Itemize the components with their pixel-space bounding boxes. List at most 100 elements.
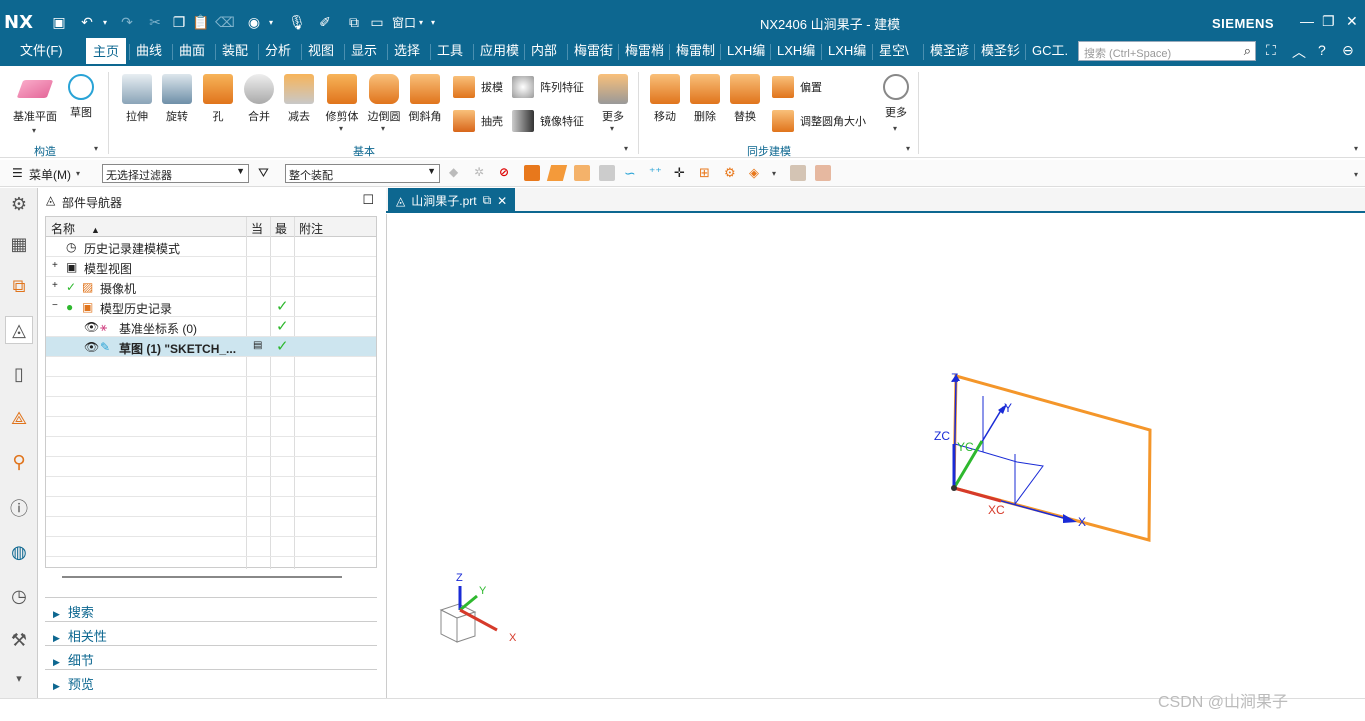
gear-icon[interactable]: ⚙: [5, 190, 33, 218]
assembly-view-icon[interactable]: [815, 165, 831, 181]
process-studio-icon[interactable]: ⚒: [5, 626, 33, 654]
info-icon[interactable]: ⓘ: [5, 494, 33, 522]
basic-group-dropdown-icon[interactable]: ▾: [624, 144, 628, 153]
table-row[interactable]: 👁 ✎ 草图 (1) "SKETCH_... ▤ ✓: [46, 337, 376, 357]
cut-icon[interactable]: ✂: [146, 12, 164, 32]
paste-icon[interactable]: 📋: [192, 12, 210, 32]
ribbon-expand-icon[interactable]: ▾: [1354, 144, 1358, 153]
tab-internal[interactable]: 内部: [531, 38, 557, 64]
expand-icon[interactable]: +: [52, 260, 58, 271]
hd3d-tools-icon[interactable]: ⟁: [5, 404, 33, 432]
datum-plane-button[interactable]: 基准平面: [8, 74, 62, 124]
globe-icon[interactable]: ◍: [5, 538, 33, 566]
select-solid-icon[interactable]: [599, 165, 615, 181]
tab-assembly[interactable]: 装配: [222, 38, 248, 64]
hamburger-icon[interactable]: ☰: [12, 166, 23, 180]
help-icon[interactable]: ?: [1318, 42, 1326, 58]
minimize-icon[interactable]: —: [1300, 13, 1314, 29]
undo-icon[interactable]: ↶: [78, 12, 96, 32]
table-row[interactable]: 👁 ⚹ 基准坐标系 (0) ✓: [46, 317, 376, 337]
column-header-note[interactable]: 附注: [294, 217, 376, 237]
select-box-icon[interactable]: ◈: [749, 165, 765, 181]
undo-dropdown-icon[interactable]: ▾: [100, 12, 110, 32]
shell-button[interactable]: 抽壳: [453, 110, 503, 132]
window-icon[interactable]: ▭: [368, 12, 386, 32]
web-browser-icon[interactable]: ⚲: [5, 448, 33, 476]
tab-lxh-2[interactable]: LXH编: [777, 38, 815, 64]
tab-meilei-1[interactable]: 梅雷街: [574, 38, 613, 64]
restore-icon[interactable]: ❐: [1322, 13, 1335, 30]
tab-tools[interactable]: 工具: [437, 38, 463, 64]
select-point-icon[interactable]: ⁺⁺: [649, 165, 665, 181]
save-icon[interactable]: ▣: [50, 12, 68, 32]
graphics-canvas[interactable]: Z Y X ZC YC XC Z Y X: [387, 214, 1365, 698]
tab-application[interactable]: 应用模: [480, 38, 519, 64]
select-within-icon[interactable]: ⊞: [699, 165, 715, 181]
select-box-dropdown-icon[interactable]: ▾: [772, 169, 776, 178]
filter-icon[interactable]: ⛛: [258, 165, 274, 181]
revolve-button[interactable]: 旋转: [158, 74, 196, 124]
pattern-feature-button[interactable]: 阵列特征: [512, 76, 584, 98]
sync-more-dropdown-icon[interactable]: ▾: [893, 124, 897, 133]
replace-face-button[interactable]: 替换: [726, 74, 764, 124]
collapse-icon[interactable]: −: [52, 300, 58, 311]
edge-blend-dropdown-icon[interactable]: ▾: [381, 124, 385, 133]
extrude-button[interactable]: 拉伸: [118, 74, 156, 124]
select-body-icon[interactable]: [524, 165, 540, 181]
tab-curve[interactable]: 曲线: [136, 38, 162, 64]
basic-more-button[interactable]: 更多: [594, 74, 632, 124]
tab-surface[interactable]: 曲面: [179, 38, 205, 64]
command-search-input[interactable]: 搜索 (Ctrl+Space) ⌕: [1078, 41, 1256, 61]
section-preview[interactable]: ▶ 预览: [45, 669, 377, 692]
history-icon[interactable]: ◷: [5, 582, 33, 610]
window-dropdown-icon[interactable]: ▾: [416, 12, 426, 32]
tab-gc-tools[interactable]: GC工.: [1032, 38, 1068, 64]
close-tab-icon[interactable]: ✕: [497, 194, 507, 208]
basic-more-dropdown-icon[interactable]: ▾: [610, 124, 614, 133]
select-gear-icon[interactable]: ⚙: [724, 165, 740, 181]
table-row[interactable]: − ● ▣ 模型历史记录 ✓: [46, 297, 376, 317]
menu-button[interactable]: 菜单(M): [29, 166, 71, 183]
edge-blend-button[interactable]: 边倒圆: [364, 74, 404, 124]
column-header-latest[interactable]: 最: [270, 217, 294, 237]
microphone-icon[interactable]: 🎙: [288, 12, 306, 32]
menu-dropdown-icon[interactable]: ▾: [76, 169, 80, 178]
offset-region-button[interactable]: 偏置: [772, 76, 822, 98]
select-curve-icon[interactable]: ∽: [624, 165, 640, 181]
hole-button[interactable]: 孔: [200, 74, 236, 124]
section-search[interactable]: ▶ 搜索: [45, 597, 377, 620]
show-hide-dropdown-icon[interactable]: ▾: [266, 12, 276, 32]
move-face-button[interactable]: 移动: [646, 74, 684, 124]
tab-meilei-3[interactable]: 梅雷制: [676, 38, 715, 64]
deselect-all-icon[interactable]: ⊘: [499, 165, 515, 181]
close-icon[interactable]: ✕: [1346, 13, 1358, 30]
constraint-navigator-icon[interactable]: ⧉: [5, 272, 33, 300]
search-icon[interactable]: ⌕: [1244, 43, 1251, 59]
toolbar-overflow-icon[interactable]: ▾: [1354, 170, 1358, 179]
assembly-navigator-icon[interactable]: ▦: [5, 230, 33, 258]
resize-blend-button[interactable]: 调整圆角大小: [772, 110, 866, 132]
maximize-icon[interactable]: ☐: [362, 192, 374, 208]
subtract-button[interactable]: 减去: [280, 74, 318, 124]
select-face-icon[interactable]: [546, 165, 568, 181]
eye-icon[interactable]: 👁: [84, 340, 99, 354]
selection-scope-select[interactable]: 整个装配 ▼: [285, 164, 440, 183]
tab-mosheng-1[interactable]: 模圣谚: [930, 38, 969, 64]
tab-lxh-3[interactable]: LXH编: [828, 38, 866, 64]
sync-more-button[interactable]: 更多: [877, 74, 915, 120]
tab-mosheng-2[interactable]: 模圣钐: [981, 38, 1020, 64]
trim-body-button[interactable]: 修剪体: [320, 74, 364, 124]
unite-button[interactable]: 合并: [240, 74, 278, 124]
delete-face-button[interactable]: 删除: [686, 74, 724, 124]
table-row[interactable]: + ✓ ▨ 摄像机: [46, 277, 376, 297]
select-edge-icon[interactable]: [574, 165, 590, 181]
sync-group-dropdown-icon[interactable]: ▾: [906, 144, 910, 153]
section-dependencies[interactable]: ▶ 相关性: [45, 621, 377, 644]
tab-select[interactable]: 选择: [394, 38, 420, 64]
fullscreen-icon[interactable]: ⛶: [1266, 42, 1276, 59]
window-menu[interactable]: 窗口: [390, 12, 418, 32]
trim-body-dropdown-icon[interactable]: ▾: [339, 124, 343, 133]
show-hide-icon[interactable]: ◉: [245, 12, 263, 32]
redo-icon[interactable]: ↷: [118, 12, 136, 32]
part-navigator-icon[interactable]: ◬: [5, 316, 33, 344]
